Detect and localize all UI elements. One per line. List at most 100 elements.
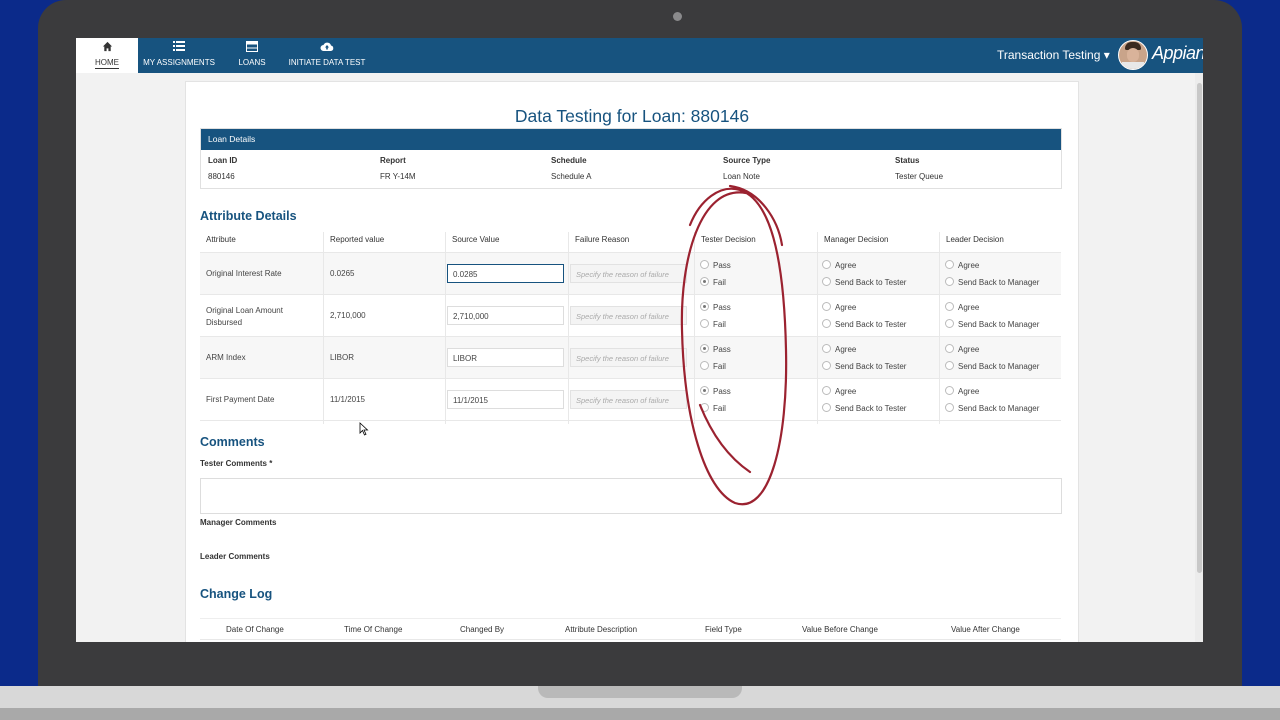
loan-id-field: Loan ID 880146	[208, 156, 238, 181]
leader-send-back-radio[interactable]: Send Back to Manager	[945, 403, 1039, 413]
failure-reason-select[interactable]: Specify the reason of failure	[570, 306, 687, 325]
webcam	[673, 12, 682, 21]
col-attribute: Attribute	[206, 235, 236, 244]
manager-agree-radio[interactable]: Agree	[822, 302, 856, 312]
table-row: First Payment Date 11/1/2015 11/1/2015 S…	[200, 379, 1061, 421]
source-value-input[interactable]: 0.0285	[447, 264, 564, 283]
leader-send-back-radio[interactable]: Send Back to Manager	[945, 319, 1039, 329]
tester-comments-input[interactable]	[200, 478, 1062, 514]
attribute-name: First Payment Date	[206, 395, 275, 404]
tester-fail-radio[interactable]: Fail	[700, 277, 726, 287]
nav-home-label: HOME	[95, 58, 119, 69]
col-time-of-change: Time Of Change	[344, 625, 403, 634]
comments-title: Comments	[200, 435, 265, 449]
leader-agree-radio[interactable]: Agree	[945, 260, 979, 270]
tester-pass-radio[interactable]: Pass	[700, 344, 731, 354]
schedule-field: Schedule Schedule A	[551, 156, 592, 181]
mouse-cursor-icon	[359, 422, 369, 436]
leader-agree-radio[interactable]: Agree	[945, 386, 979, 396]
list-icon	[142, 41, 216, 53]
tester-comments-label: Tester Comments *	[200, 459, 273, 468]
nav-my-assignments-label: MY ASSIGNMENTS	[143, 58, 215, 67]
manager-agree-radio[interactable]: Agree	[822, 344, 856, 354]
change-log-title: Change Log	[200, 587, 273, 601]
avatar[interactable]	[1118, 40, 1148, 70]
reported-value: 0.0265	[330, 269, 355, 278]
page-title: Data Testing for Loan: 880146	[514, 106, 750, 126]
tester-fail-radio[interactable]: Fail	[700, 361, 726, 371]
leader-agree-radio[interactable]: Agree	[945, 344, 979, 354]
source-value-input[interactable]: 2,710,000	[447, 306, 564, 325]
main-content: Data Testing for Loan: 880146 Loan Detai…	[76, 73, 1203, 642]
leader-send-back-radio[interactable]: Send Back to Manager	[945, 277, 1039, 287]
manager-send-back-radio[interactable]: Send Back to Tester	[822, 403, 906, 413]
loan-details-box: Loan Details Loan ID 880146 Report FR Y-…	[200, 128, 1062, 189]
column-divider	[568, 232, 569, 424]
cloud-upload-icon	[286, 41, 368, 53]
manager-send-back-radio[interactable]: Send Back to Tester	[822, 319, 906, 329]
failure-reason-select[interactable]: Specify the reason of failure	[570, 264, 687, 283]
table-row: Original Interest Rate 0.0265 0.0285 Spe…	[200, 253, 1061, 295]
col-leader-decision: Leader Decision	[946, 235, 1004, 244]
report-field: Report FR Y-14M	[380, 156, 416, 181]
table-icon	[231, 41, 273, 53]
column-divider	[939, 232, 940, 424]
table-row: ARM Index LIBOR LIBOR Specify the reason…	[200, 337, 1061, 379]
nav-initiate-data-test-label: INITIATE DATA TEST	[288, 58, 366, 67]
appian-logo: Appian	[1152, 43, 1203, 63]
scrollbar-thumb[interactable]	[1197, 83, 1202, 573]
col-tester-decision: Tester Decision	[701, 235, 756, 244]
column-divider	[323, 232, 324, 424]
tester-pass-radio[interactable]: Pass	[700, 260, 731, 270]
column-divider	[694, 232, 695, 424]
failure-reason-select[interactable]: Specify the reason of failure	[570, 390, 687, 409]
source-value-input[interactable]: LIBOR	[447, 348, 564, 367]
tester-pass-radio[interactable]: Pass	[700, 302, 731, 312]
tester-pass-radio[interactable]: Pass	[700, 386, 731, 396]
tester-fail-radio[interactable]: Fail	[700, 403, 726, 413]
leader-send-back-radio[interactable]: Send Back to Manager	[945, 361, 1039, 371]
nav-initiate-data-test[interactable]: INITIATE DATA TEST	[286, 38, 368, 73]
source-type-field: Source Type Loan Note	[723, 156, 771, 181]
attribute-details-title: Attribute Details	[200, 209, 297, 223]
failure-reason-select[interactable]: Specify the reason of failure	[570, 348, 687, 367]
attribute-name: ARM Index	[206, 353, 246, 362]
col-reported-value: Reported value	[330, 235, 385, 244]
col-value-after-change: Value After Change	[951, 625, 1020, 634]
loan-test-form: Data Testing for Loan: 880146 Loan Detai…	[185, 81, 1079, 642]
attribute-name: Original Interest Rate	[206, 269, 282, 278]
nav-loans-label: LOANS	[238, 58, 266, 67]
col-attribute-description: Attribute Description	[565, 625, 638, 634]
source-value-input[interactable]: 11/1/2015	[447, 390, 564, 409]
manager-send-back-radio[interactable]: Send Back to Tester	[822, 361, 906, 371]
col-field-type: Field Type	[705, 625, 742, 634]
reported-value: 11/1/2015	[330, 395, 365, 404]
top-nav-bar: HOME MY ASSIGNMENTS LOANS INITIATE DATA …	[76, 38, 1203, 73]
manager-agree-radio[interactable]: Agree	[822, 260, 856, 270]
home-icon	[76, 41, 138, 53]
nav-loans[interactable]: LOANS	[231, 38, 273, 73]
screen: HOME MY ASSIGNMENTS LOANS INITIATE DATA …	[76, 38, 1203, 642]
col-value-before-change: Value Before Change	[802, 625, 878, 634]
leader-comments-label: Leader Comments	[200, 552, 270, 561]
col-source-value: Source Value	[452, 235, 500, 244]
column-divider	[445, 232, 446, 424]
nav-my-assignments[interactable]: MY ASSIGNMENTS	[142, 38, 216, 73]
col-changed-by: Changed By	[460, 625, 505, 634]
leader-agree-radio[interactable]: Agree	[945, 302, 979, 312]
laptop-base-edge	[0, 708, 1280, 720]
manager-send-back-radio[interactable]: Send Back to Tester	[822, 277, 906, 287]
nav-home[interactable]: HOME	[76, 38, 138, 73]
col-date-of-change: Date Of Change	[226, 625, 284, 634]
status-field: Status Tester Queue	[895, 156, 944, 181]
reported-value: LIBOR	[330, 353, 355, 362]
column-divider	[817, 232, 818, 424]
app-switcher[interactable]: Transaction Testing ▾	[997, 48, 1110, 62]
table-row: Original Loan Amount Disbursed 2,710,000…	[200, 295, 1061, 337]
reported-value: 2,710,000	[330, 311, 366, 320]
scrollbar[interactable]	[1195, 73, 1203, 642]
manager-agree-radio[interactable]: Agree	[822, 386, 856, 396]
manager-comments-label: Manager Comments	[200, 518, 277, 527]
tester-fail-radio[interactable]: Fail	[700, 319, 726, 329]
col-manager-decision: Manager Decision	[824, 235, 889, 244]
